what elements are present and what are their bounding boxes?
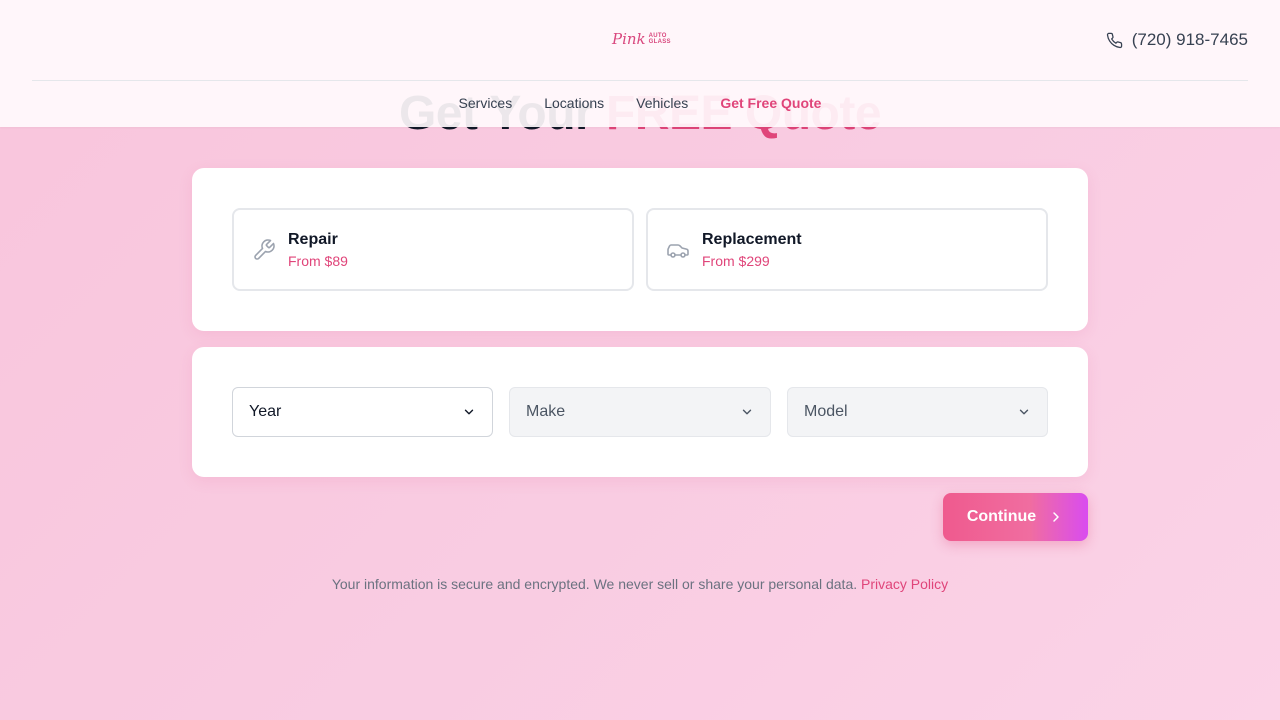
phone-icon xyxy=(1106,32,1123,49)
phone-number: (720) 918-7465 xyxy=(1131,30,1248,49)
site-header: Pink AUTO GLASS (720) 918-7465 Services … xyxy=(0,0,1280,127)
nav-get-free-quote[interactable]: Get Free Quote xyxy=(720,95,821,111)
service-name: Repair xyxy=(288,230,338,248)
service-price: From $89 xyxy=(288,252,348,269)
continue-button[interactable]: Continue xyxy=(943,493,1088,541)
logo[interactable]: Pink AUTO GLASS xyxy=(612,28,671,50)
main-nav: Services Locations Vehicles Get Free Quo… xyxy=(0,95,1280,111)
privacy-note: Your information is secure and encrypted… xyxy=(0,576,1280,592)
logo-script: Pink xyxy=(612,30,646,48)
model-select[interactable]: Model xyxy=(787,387,1048,437)
nav-services[interactable]: Services xyxy=(459,95,513,111)
vehicle-selection-card: Year Make Model xyxy=(192,347,1088,477)
service-price: From $299 xyxy=(702,252,770,269)
chevron-right-icon xyxy=(1048,509,1064,525)
service-name: Replacement xyxy=(702,230,802,248)
chevron-down-icon xyxy=(740,405,754,419)
wrench-icon xyxy=(252,238,276,262)
nav-locations[interactable]: Locations xyxy=(544,95,604,111)
year-select[interactable]: Year xyxy=(232,387,493,437)
logo-line-2: GLASS xyxy=(648,39,671,45)
chevron-down-icon xyxy=(1017,405,1031,419)
chevron-down-icon xyxy=(462,405,476,419)
service-option-repair[interactable]: Repair From $89 xyxy=(232,208,634,291)
make-select[interactable]: Make xyxy=(509,387,771,437)
continue-button-label: Continue xyxy=(966,508,1037,525)
logo-wordmark: AUTO GLASS xyxy=(649,33,671,45)
year-select-value: Year xyxy=(249,403,282,420)
privacy-note-text: Your information is secure and encrypted… xyxy=(331,576,858,592)
header-divider xyxy=(32,80,1248,81)
phone-link[interactable]: (720) 918-7465 xyxy=(1106,29,1248,51)
make-select-value: Make xyxy=(526,403,566,420)
car-icon xyxy=(666,238,690,262)
model-select-value: Model xyxy=(804,403,848,420)
service-selection-card: Repair From $89 Replacement From $299 xyxy=(192,168,1088,331)
nav-vehicles[interactable]: Vehicles xyxy=(636,95,688,111)
service-option-replacement[interactable]: Replacement From $299 xyxy=(646,208,1048,291)
privacy-policy-link[interactable]: Privacy Policy xyxy=(861,576,948,592)
